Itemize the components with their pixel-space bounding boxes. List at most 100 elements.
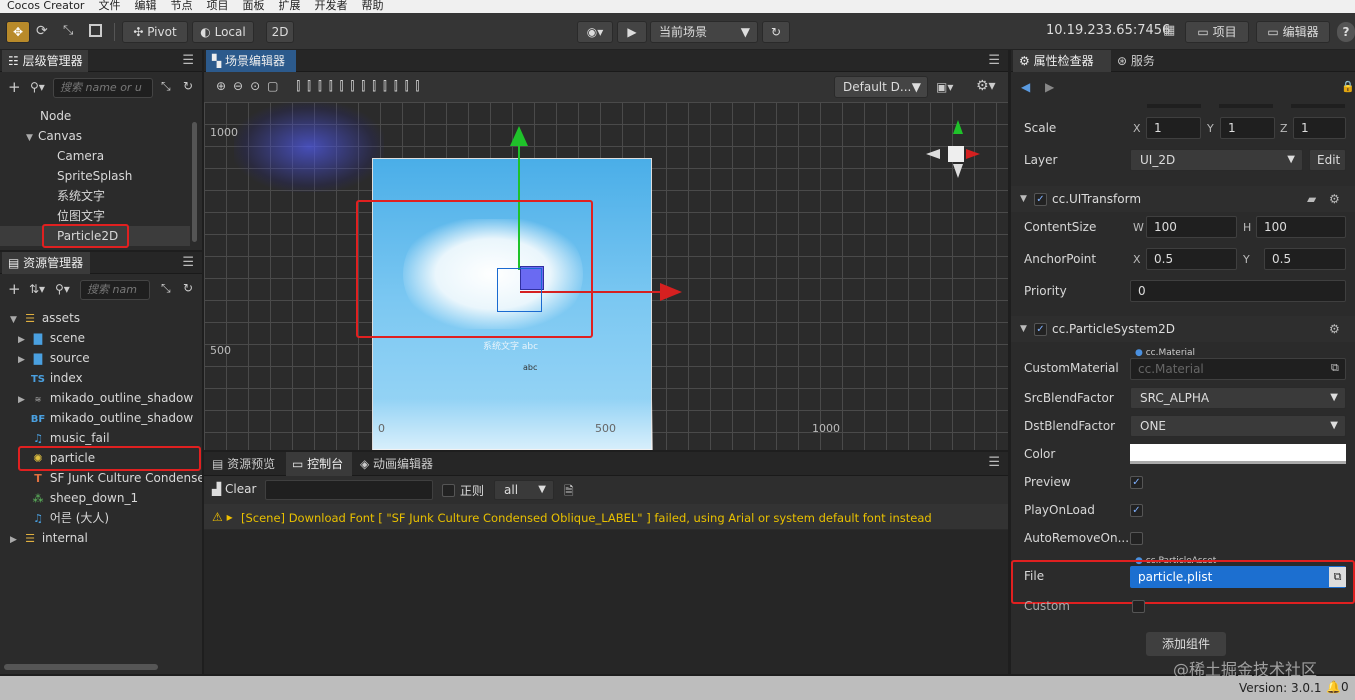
particle-enabled-checkbox[interactable]: ✓ bbox=[1034, 323, 1047, 336]
layer-select[interactable]: UI_2D ▼ bbox=[1130, 149, 1303, 171]
platform-button[interactable]: ◉▾ bbox=[577, 21, 613, 43]
scene-select[interactable]: 当前场景 ▼ bbox=[650, 21, 758, 43]
gear-icon[interactable]: ⚙▾ bbox=[976, 78, 996, 94]
asset-font-mikado-1[interactable]: ▶ ≋ mikado_outline_shadow bbox=[18, 388, 193, 408]
tab-inspector[interactable]: ⚙ 属性检查器 bbox=[1013, 50, 1111, 72]
tree-item-bitmap-text[interactable]: 位图文字 bbox=[57, 206, 105, 226]
asset-internal-root[interactable]: ▶ ☰ internal bbox=[10, 528, 88, 548]
anchor-y-input[interactable]: 0.5 bbox=[1264, 248, 1346, 270]
color-swatch[interactable] bbox=[1130, 444, 1346, 464]
tree-item-canvas[interactable]: ▼ Canvas bbox=[26, 126, 82, 146]
back-arrow-icon[interactable]: ◀ bbox=[1021, 80, 1030, 94]
play-button[interactable]: ▶ bbox=[617, 21, 647, 43]
help-book-icon[interactable]: ▰ bbox=[1307, 186, 1316, 212]
content-width-input[interactable]: 100 bbox=[1146, 216, 1237, 238]
rotate-tool-icon[interactable]: ⟳ bbox=[36, 23, 48, 39]
uitransform-header[interactable]: ▼ ✓ cc.UITransform ▰ ⚙ bbox=[1011, 186, 1355, 212]
add-asset-icon[interactable]: + bbox=[8, 280, 21, 298]
content-height-input[interactable]: 100 bbox=[1256, 216, 1346, 238]
lock-icon[interactable]: 🔒 bbox=[1341, 80, 1355, 93]
notifications[interactable]: 🔔0 bbox=[1326, 680, 1349, 694]
log-level-select[interactable]: all ▼ bbox=[494, 480, 554, 500]
tab-scene-editor[interactable]: ▚ 场景编辑器 bbox=[206, 50, 296, 72]
gizmo-y-arrow[interactable] bbox=[510, 126, 528, 146]
menu-panel[interactable]: 面板 bbox=[235, 0, 271, 13]
tab-hierarchy[interactable]: ☷ 层级管理器 bbox=[2, 50, 88, 72]
custom-material-input[interactable]: cc.Material bbox=[1130, 358, 1346, 380]
hierarchy-search-input[interactable]: 搜索 name or u bbox=[53, 78, 153, 98]
asset-folder-source[interactable]: ▶ ▇ source bbox=[18, 348, 90, 368]
asset-script-index[interactable]: TS index bbox=[30, 368, 83, 388]
clear-button[interactable]: ▟ Clear bbox=[212, 482, 256, 496]
panel-menu-icon[interactable]: ☰ bbox=[182, 255, 194, 270]
menu-edit[interactable]: 编辑 bbox=[127, 0, 163, 13]
asset-audio-music-fail[interactable]: ♫ music_fail bbox=[30, 428, 110, 448]
tab-asset-preview[interactable]: ▤ 资源预览 bbox=[206, 452, 284, 476]
console-filter-input[interactable] bbox=[265, 480, 433, 500]
src-blend-select[interactable]: SRC_ALPHA ▼ bbox=[1130, 387, 1346, 409]
asset-font-sf-junk[interactable]: T SF Junk Culture Condensed bbox=[30, 468, 202, 488]
menu-file[interactable]: 文件 bbox=[91, 0, 127, 13]
tree-item-system-text[interactable]: 系统文字 bbox=[57, 186, 105, 206]
gear-icon[interactable]: ⚙ bbox=[1329, 316, 1340, 342]
orientation-neg-y-arrow[interactable] bbox=[953, 164, 963, 178]
orientation-x-arrow[interactable] bbox=[966, 149, 980, 159]
auto-remove-checkbox[interactable] bbox=[1130, 532, 1143, 545]
asset-audio-korean[interactable]: ♫ 어른 (大人) bbox=[30, 508, 109, 528]
play-on-load-checkbox[interactable]: ✓ bbox=[1130, 504, 1143, 517]
forward-arrow-icon[interactable]: ▶ bbox=[1045, 80, 1054, 94]
collapse-icon[interactable]: ⤡ bbox=[161, 281, 171, 296]
mode-2d-button[interactable]: 2D bbox=[266, 21, 294, 43]
hierarchy-scrollbar[interactable] bbox=[192, 122, 197, 242]
editor-button[interactable]: ▭ 编辑器 bbox=[1256, 21, 1330, 43]
gizmo-visibility-icon[interactable]: ▣▾ bbox=[936, 80, 953, 94]
search-icon[interactable]: ⚲▾ bbox=[55, 282, 70, 296]
scale-z-input[interactable]: 1 bbox=[1293, 117, 1346, 139]
project-button[interactable]: ▭ 项目 bbox=[1185, 21, 1249, 43]
regex-checkbox[interactable] bbox=[442, 484, 455, 497]
orientation-neg-x-arrow[interactable] bbox=[926, 149, 940, 159]
menu-extension[interactable]: 扩展 bbox=[271, 0, 307, 13]
move-tool-button[interactable]: ✥ bbox=[6, 21, 30, 43]
scale-tool-icon[interactable]: ⤡ bbox=[63, 23, 73, 38]
local-button[interactable]: ◐ Local bbox=[192, 21, 254, 43]
custom-checkbox[interactable] bbox=[1132, 600, 1145, 613]
panel-menu-icon[interactable]: ☰ bbox=[988, 455, 1000, 470]
preview-ip[interactable]: 10.19.233.65:7456 bbox=[1046, 23, 1170, 38]
open-log-file-icon[interactable]: 🗎 bbox=[564, 482, 574, 503]
panel-menu-icon[interactable]: ☰ bbox=[182, 53, 194, 68]
asset-assets-root[interactable]: ▼ ☰ assets bbox=[10, 308, 80, 328]
console-log-row[interactable]: ⚠ ▸ [Scene] Download Font [ "SF Junk Cul… bbox=[204, 504, 1008, 530]
qrcode-icon[interactable]: ▦ bbox=[1163, 23, 1175, 38]
tab-animation-editor[interactable]: ◈ 动画编辑器 bbox=[354, 452, 444, 476]
refresh-button[interactable]: ↻ bbox=[762, 21, 790, 43]
refresh-icon[interactable]: ↻ bbox=[183, 79, 193, 93]
asset-picker-icon[interactable]: ⧉ bbox=[1331, 361, 1339, 375]
camera-preset-select[interactable]: Default D... ▼ bbox=[834, 76, 928, 98]
orientation-gizmo[interactable] bbox=[948, 146, 964, 162]
gear-icon[interactable]: ⚙ bbox=[1329, 186, 1340, 212]
tab-services[interactable]: ⊛ 服务 bbox=[1111, 50, 1169, 72]
collapse-icon[interactable]: ⤡ bbox=[161, 79, 171, 94]
priority-input[interactable]: 0 bbox=[1130, 280, 1346, 302]
tree-item-camera[interactable]: Camera bbox=[57, 146, 104, 166]
assets-search-input[interactable]: 搜索 nam bbox=[80, 280, 150, 300]
assets-hscrollbar[interactable] bbox=[4, 664, 158, 670]
asset-sprite-sheep[interactable]: ⁂ sheep_down_1 bbox=[30, 488, 139, 508]
uitransform-enabled-checkbox[interactable]: ✓ bbox=[1034, 193, 1047, 206]
preview-checkbox[interactable]: ✓ bbox=[1130, 476, 1143, 489]
asset-folder-scene[interactable]: ▶ ▇ scene bbox=[18, 328, 85, 348]
tab-assets[interactable]: ▤ 资源管理器 bbox=[2, 252, 90, 274]
add-component-button[interactable]: 添加组件 bbox=[1146, 632, 1226, 656]
help-button[interactable]: ? bbox=[1337, 22, 1355, 42]
particle-system-header[interactable]: ▼ ✓ cc.ParticleSystem2D ⚙ bbox=[1011, 316, 1355, 342]
tree-item-spritesplash[interactable]: SpriteSplash bbox=[57, 166, 132, 186]
scale-x-input[interactable]: 1 bbox=[1146, 117, 1201, 139]
add-node-icon[interactable]: + bbox=[8, 78, 21, 96]
rect-tool-icon[interactable] bbox=[89, 24, 102, 37]
menu-node[interactable]: 节点 bbox=[163, 0, 199, 13]
scene-viewport[interactable]: 系统文字 abc abc 1000 500 0 500 1000 bbox=[204, 102, 1008, 450]
zoom-align-icons[interactable]: ⊕⊖⊙▢ ⫿⫿⫿⫿⫿⫿⫿⫿⫿⫿⫿⫿ bbox=[216, 79, 426, 94]
sort-icon[interactable]: ⇅▾ bbox=[29, 282, 45, 296]
dst-blend-select[interactable]: ONE ▼ bbox=[1130, 415, 1346, 437]
